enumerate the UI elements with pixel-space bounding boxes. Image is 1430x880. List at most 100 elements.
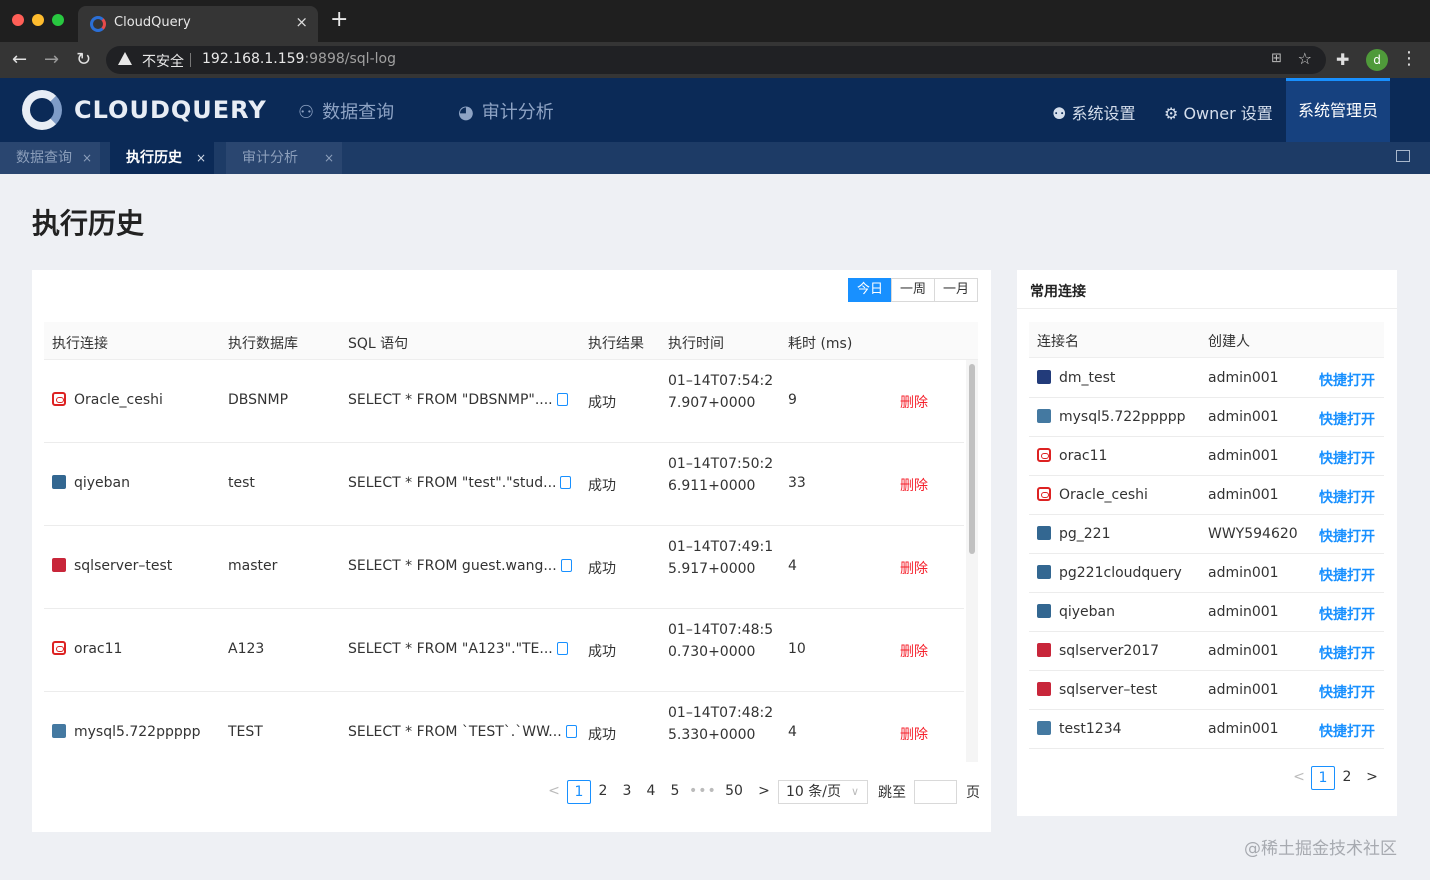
database-cell: TEST: [228, 724, 263, 740]
extensions-icon[interactable]: ✚: [1336, 50, 1349, 69]
table-row: sqlserver–test master SELECT * FROM gues…: [44, 526, 964, 609]
page-2-button[interactable]: 2: [1335, 766, 1359, 790]
range-month-button[interactable]: 一月: [934, 278, 979, 302]
quick-open-button[interactable]: 快捷打开: [1319, 565, 1375, 585]
quick-open-button[interactable]: 快捷打开: [1319, 370, 1375, 390]
reload-icon[interactable]: ↻: [76, 47, 91, 73]
connection-name: qiyeban: [74, 475, 131, 491]
nav-admin-user[interactable]: 系统管理员: [1286, 78, 1390, 142]
list-item: pg221cloudquery admin001 快捷打开: [1029, 554, 1384, 593]
browser-tab[interactable]: CloudQuery ×: [78, 6, 318, 42]
jump-suffix: 页: [966, 785, 980, 801]
page-1-button[interactable]: 1: [1311, 766, 1335, 790]
forward-arrow-icon[interactable]: →: [44, 47, 59, 73]
browser-tab-close-button[interactable]: ×: [295, 13, 308, 31]
nav-audit-analysis[interactable]: ◕ 审计分析: [458, 98, 554, 124]
page-size-select[interactable]: 10 条/页 ∨: [778, 780, 868, 804]
prev-page-button[interactable]: <: [542, 780, 566, 804]
chevron-down-icon: ∨: [850, 785, 859, 798]
creator: WWY594620: [1208, 526, 1298, 542]
close-icon[interactable]: ×: [196, 142, 206, 174]
page-tab-audit-analysis[interactable]: 审计分析 ×: [226, 142, 342, 174]
close-icon[interactable]: ×: [324, 142, 334, 174]
table-row: Oracle_ceshi DBSNMP SELECT * FROM "DBSNM…: [44, 360, 964, 443]
page-last-button[interactable]: 50: [722, 780, 746, 804]
range-week-button[interactable]: 一周: [891, 278, 936, 302]
window-close-button[interactable]: [12, 14, 24, 26]
delete-button[interactable]: 删除: [900, 724, 928, 744]
copy-icon[interactable]: [560, 476, 572, 489]
watermark: @稀土掘金技术社区: [1244, 839, 1397, 859]
new-tab-button[interactable]: +: [330, 9, 348, 31]
nav-owner-settings[interactable]: ⚙ Owner 设置: [1164, 100, 1273, 124]
history-table-body: Oracle_ceshi DBSNMP SELECT * FROM "DBSNM…: [44, 360, 964, 762]
sql-text: SELECT * FROM "A123"."TE...: [348, 641, 553, 657]
page-tab-data-query[interactable]: 数据查询 ×: [0, 142, 100, 174]
connection-cell: mysql5.722ppppp: [52, 724, 201, 740]
oracle-db-icon: [52, 641, 66, 655]
quick-open-button[interactable]: 快捷打开: [1319, 643, 1375, 663]
nav-data-query[interactable]: ⚇ 数据查询: [298, 98, 394, 124]
creator: admin001: [1208, 604, 1279, 620]
quick-open-button[interactable]: 快捷打开: [1319, 682, 1375, 702]
page-3-button[interactable]: 3: [615, 780, 639, 804]
quick-open-button[interactable]: 快捷打开: [1319, 448, 1375, 468]
connection-name: mysql5.722ppppp: [1037, 409, 1186, 425]
prev-page-button[interactable]: <: [1287, 766, 1311, 790]
kebab-menu-icon[interactable]: ⋮: [1400, 48, 1418, 69]
translate-icon[interactable]: ⊞: [1271, 51, 1282, 66]
connection-name-text: dm_test: [1059, 370, 1116, 386]
copy-icon[interactable]: [556, 393, 568, 406]
quick-open-button[interactable]: 快捷打开: [1319, 526, 1375, 546]
table-scrollbar[interactable]: [966, 360, 978, 762]
profile-avatar[interactable]: d: [1366, 49, 1388, 71]
copy-icon[interactable]: [556, 642, 568, 655]
delete-button[interactable]: 删除: [900, 641, 928, 661]
url-text[interactable]: 192.168.1.159:9898/sql-log: [202, 51, 396, 67]
postgresql-db-icon: [1037, 604, 1051, 618]
next-page-button[interactable]: >: [1360, 766, 1384, 790]
column-header-creator: 创建人: [1208, 334, 1250, 350]
logo-text: CLOUDQUERY: [74, 96, 267, 124]
page-1-button[interactable]: 1: [567, 780, 591, 804]
security-label[interactable]: 不安全: [142, 51, 184, 71]
delete-button[interactable]: 删除: [900, 392, 928, 412]
copy-icon[interactable]: [560, 559, 572, 572]
page-title: 执行历史: [32, 207, 145, 240]
dm-db-icon: [1037, 370, 1051, 384]
more-pages-button[interactable]: •••: [689, 780, 717, 804]
page-tab-execution-history[interactable]: 执行历史 ×: [110, 142, 214, 174]
creator: admin001: [1208, 682, 1279, 698]
page-4-button[interactable]: 4: [639, 780, 663, 804]
cloudquery-favicon-icon: [90, 16, 106, 32]
window-minimize-button[interactable]: [32, 14, 44, 26]
nav-system-settings[interactable]: ⚉ 系统设置: [1052, 100, 1135, 124]
back-arrow-icon[interactable]: ←: [12, 47, 27, 73]
jump-page-input[interactable]: [914, 780, 957, 804]
address-bar[interactable]: 不安全 192.168.1.159:9898/sql-log ⊞ ☆: [106, 46, 1326, 74]
delete-button[interactable]: 删除: [900, 558, 928, 578]
range-today-button[interactable]: 今日: [848, 278, 893, 302]
page-2-button[interactable]: 2: [591, 780, 615, 804]
copy-icon[interactable]: [565, 725, 577, 738]
connection-name: sqlserver–test: [1037, 682, 1157, 698]
next-page-button[interactable]: >: [752, 780, 776, 804]
quick-open-button[interactable]: 快捷打开: [1319, 487, 1375, 507]
url-path: :9898/sql-log: [304, 51, 396, 67]
oracle-db-icon: [52, 392, 66, 406]
close-icon[interactable]: ×: [82, 142, 92, 174]
connection-name: test1234: [1037, 721, 1122, 737]
connection-name-text: Oracle_ceshi: [1059, 487, 1148, 503]
cloudquery-logo-icon: [22, 90, 62, 130]
window-zoom-button[interactable]: [52, 14, 64, 26]
delete-button[interactable]: 删除: [900, 475, 928, 495]
quick-open-button[interactable]: 快捷打开: [1319, 409, 1375, 429]
close-all-tabs-icon[interactable]: [1396, 150, 1410, 162]
time-cell: 01–14T07:50:26.911+0000: [668, 456, 774, 494]
quick-open-button[interactable]: 快捷打开: [1319, 721, 1375, 741]
scrollbar-thumb[interactable]: [969, 364, 975, 554]
quick-open-button[interactable]: 快捷打开: [1319, 604, 1375, 624]
star-icon[interactable]: ☆: [1298, 49, 1312, 68]
column-header-connection-name: 连接名: [1037, 334, 1079, 350]
page-5-button[interactable]: 5: [663, 780, 687, 804]
